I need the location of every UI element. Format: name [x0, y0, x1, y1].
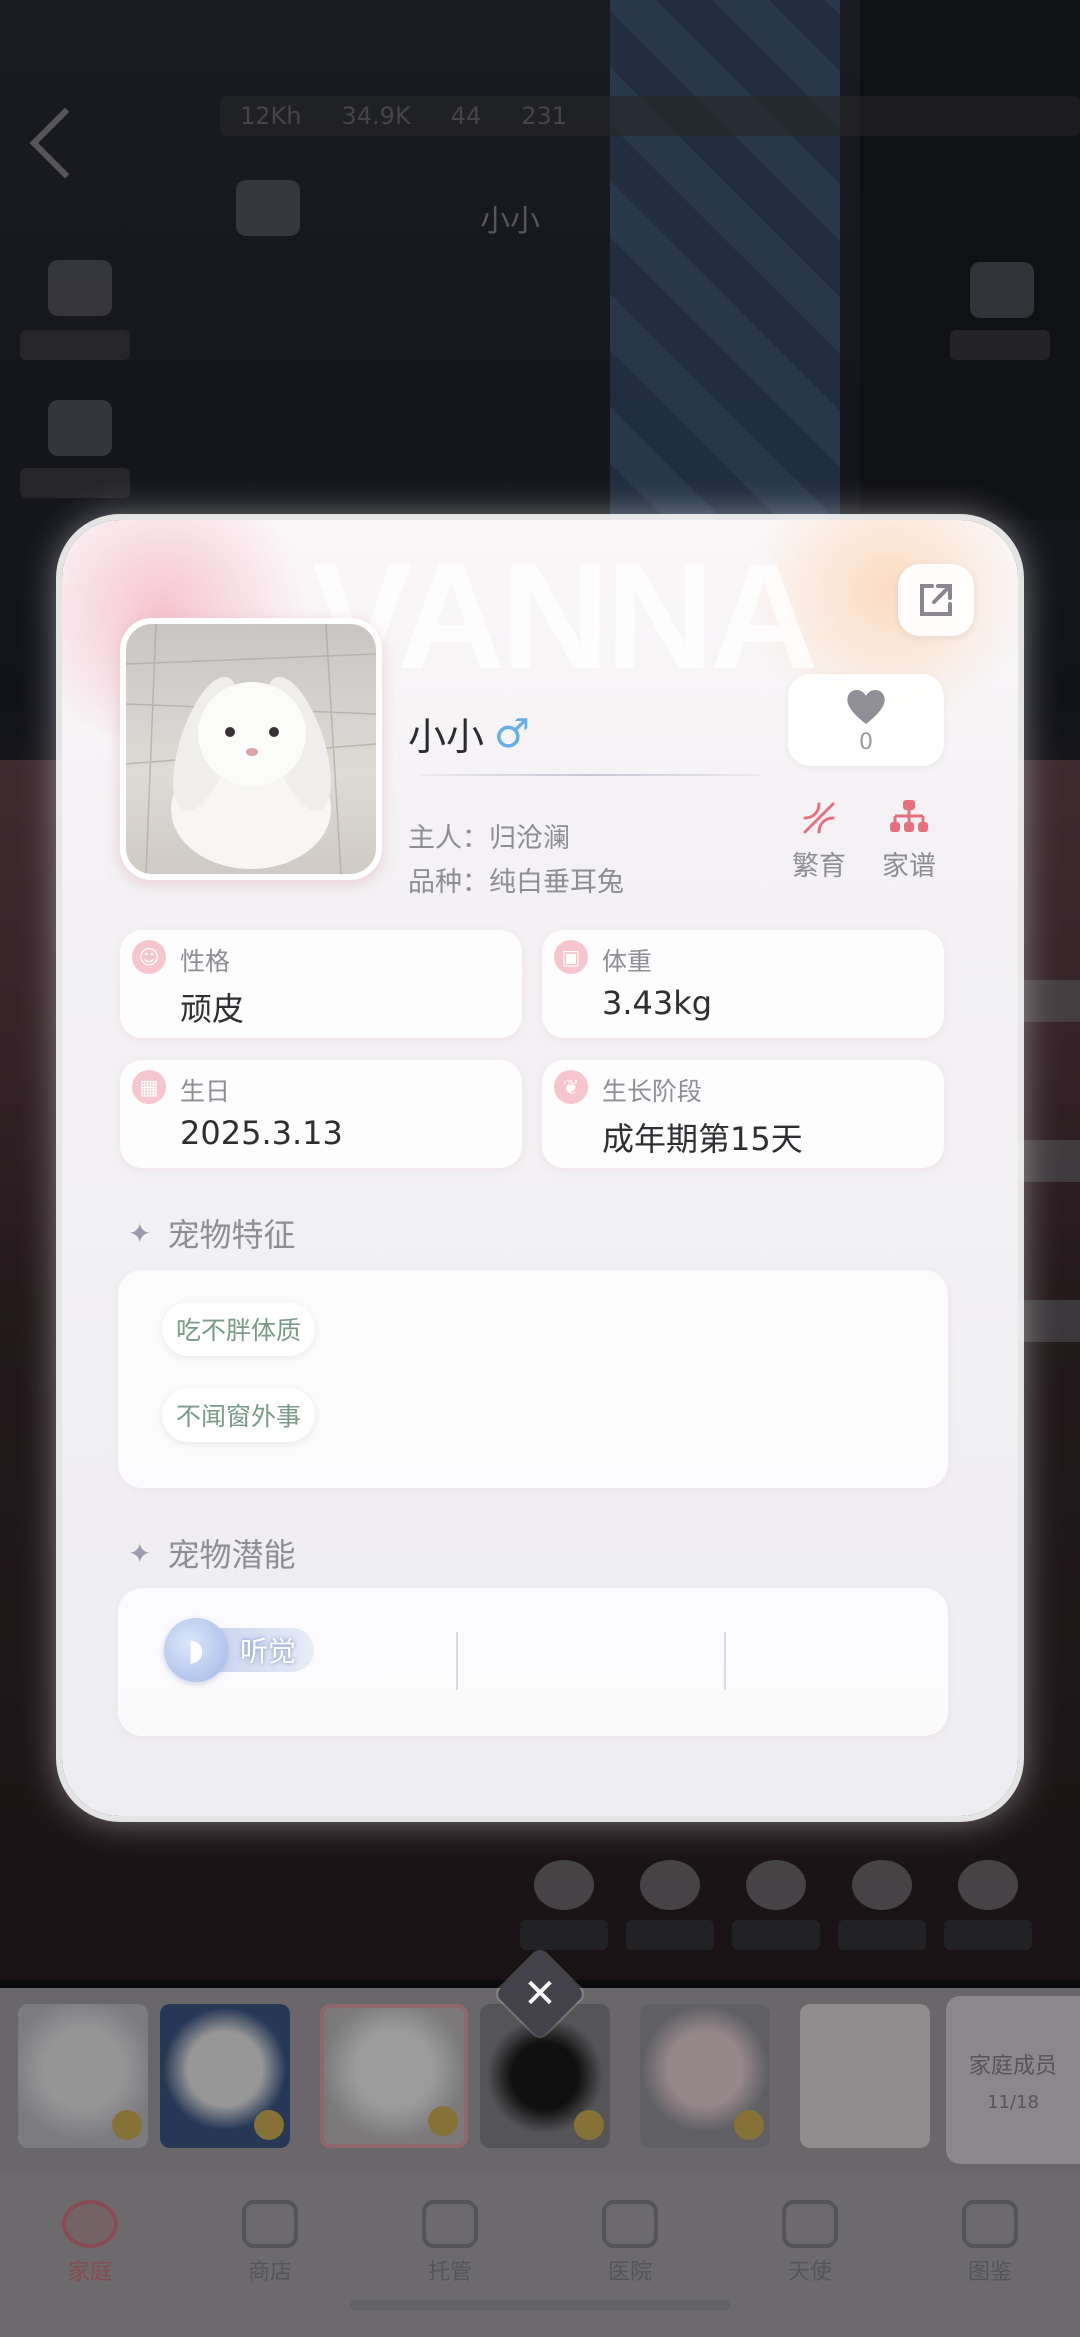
smile-icon: ☺ — [132, 940, 166, 974]
name-underline — [420, 774, 760, 776]
male-icon: ♂ — [494, 710, 530, 757]
divider — [456, 1632, 458, 1690]
share-icon — [920, 584, 952, 616]
stat-weight: ▣ 体重 3.43kg — [542, 930, 944, 1038]
stat-value: 3.43kg — [602, 984, 713, 1022]
owner-info: 主人：归沧澜 — [408, 823, 570, 854]
pet-info-card: VANNA 小小 ♂ 主人：归沧澜 品种：纯白垂耳兔 0 繁育 家谱 ☺ 性格 … — [62, 520, 1018, 1816]
close-icon[interactable]: ✕ — [508, 1962, 572, 2026]
stat-value: 成年期第15天 — [602, 1120, 803, 1158]
trait-tag[interactable]: 不闻窗外事 — [162, 1388, 316, 1442]
stat-label: 体重 — [602, 947, 653, 976]
stat-birthday: ▦ 生日 2025.3.13 — [120, 1060, 522, 1168]
potential-badge[interactable]: ◗ 听觉 — [164, 1618, 315, 1682]
leaf-icon: ❦ — [554, 1070, 588, 1104]
stat-growth-stage: ❦ 生长阶段 成年期第15天 — [542, 1060, 944, 1168]
breed-info: 品种：纯白垂耳兔 — [408, 867, 624, 898]
stat-value: 顽皮 — [180, 990, 245, 1028]
pet-name: 小小 ♂ — [408, 706, 530, 761]
cake-icon: ▦ — [132, 1070, 166, 1104]
stat-label: 生日 — [180, 1077, 231, 1106]
dna-icon — [803, 802, 835, 834]
like-count: 0 — [859, 729, 873, 755]
family-tree-icon — [890, 800, 928, 832]
trait-tag[interactable]: 吃不胖体质 — [162, 1302, 316, 1356]
traits-panel: 吃不胖体质 不闻窗外事 — [118, 1270, 948, 1488]
pet-photo-frame[interactable] — [120, 618, 382, 880]
stat-personality: ☺ 性格 顽皮 — [120, 930, 522, 1038]
potential-title-text: 宠物潜能 — [167, 1536, 296, 1574]
breed-label: 繁育 — [792, 851, 846, 882]
family-tree-label: 家谱 — [882, 851, 936, 882]
traits-title-text: 宠物特征 — [167, 1216, 296, 1254]
breed-button[interactable]: 繁育 — [784, 798, 854, 883]
stat-label: 性格 — [180, 947, 231, 976]
like-button[interactable]: 0 — [788, 674, 944, 766]
traits-section-title: ✦ 宠物特征 — [128, 1210, 295, 1256]
share-button[interactable] — [898, 564, 974, 636]
ear-icon: ◗ — [164, 1618, 228, 1682]
scale-icon: ▣ — [554, 940, 588, 974]
sparkle-icon: ✦ — [128, 1536, 152, 1570]
heart-icon — [847, 689, 885, 724]
stat-label: 生长阶段 — [602, 1077, 703, 1106]
pet-name-text: 小小 — [408, 715, 485, 759]
potential-section-title: ✦ 宠物潜能 — [128, 1530, 295, 1576]
pet-photo — [126, 624, 376, 874]
family-tree-button[interactable]: 家谱 — [874, 798, 944, 883]
name-watermark: VANNA — [312, 532, 818, 700]
divider — [724, 1632, 726, 1690]
bunny-image — [126, 624, 376, 874]
stat-value: 2025.3.13 — [180, 1114, 343, 1152]
potential-panel: ◗ 听觉 — [118, 1588, 948, 1736]
potential-label: 听觉 — [214, 1628, 315, 1672]
sparkle-icon: ✦ — [128, 1216, 152, 1250]
